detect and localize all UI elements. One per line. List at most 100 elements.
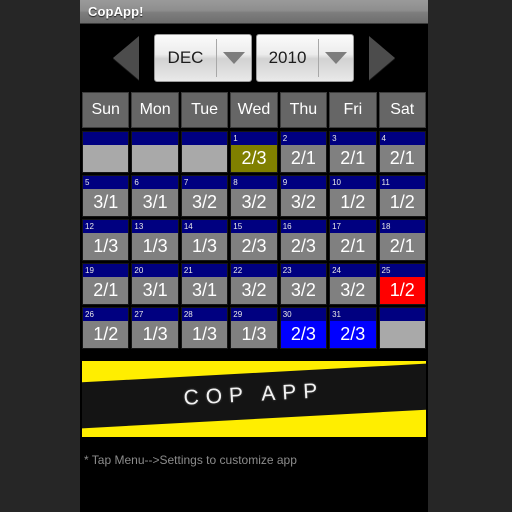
calendar-day-cell[interactable]: 22 3/2 (230, 263, 278, 305)
calendar-day-cell[interactable]: 23 3/2 (279, 263, 328, 305)
day-number: 4 (379, 132, 425, 145)
calendar-day-cell[interactable]: 14 1/3 (180, 219, 229, 261)
calendar-day-cell[interactable]: 13 1/3 (131, 219, 179, 261)
day-number (132, 132, 178, 145)
day-number: 7 (181, 176, 228, 189)
day-shift-value: 2/1 (330, 233, 376, 260)
calendar-day-cell[interactable]: 5 3/1 (82, 175, 130, 217)
cop-app-banner: COP APP (82, 361, 426, 437)
calendar-day-cell[interactable]: 15 2/3 (230, 219, 278, 261)
month-spinner[interactable]: DEC (154, 34, 252, 82)
screen-root: CopApp! DEC 2010 Sun Mon Tue Wed Thu Fri… (0, 0, 512, 512)
day-shift-value: 2/1 (280, 145, 327, 172)
day-number: 28 (181, 308, 228, 321)
day-number (83, 132, 129, 145)
calendar-cell-empty (131, 131, 179, 173)
calendar-day-cell[interactable]: 21 3/1 (180, 263, 229, 305)
day-shift-value: 3/2 (231, 189, 277, 216)
day-number: 3 (330, 132, 376, 145)
day-number: 2 (280, 132, 327, 145)
calendar-day-cell[interactable]: 29 1/3 (230, 307, 278, 349)
day-shift-value: 1/2 (330, 189, 376, 216)
calendar-week-row: 26 1/2 27 1/3 28 1/3 29 1/3 30 2/3 31 2/3 (82, 307, 426, 349)
calendar-day-cell[interactable]: 17 2/1 (329, 219, 377, 261)
day-number: 9 (280, 176, 327, 189)
day-number: 31 (330, 308, 376, 321)
day-shift-value: 2/3 (280, 233, 327, 260)
day-shift-value: 1/3 (132, 321, 178, 348)
calendar-week-row: 12 1/3 13 1/3 14 1/3 15 2/3 16 2/3 17 2/1 18 2/1 (82, 219, 426, 261)
day-shift-value: 1/3 (181, 321, 228, 348)
calendar-day-cell[interactable]: 26 1/2 (82, 307, 130, 349)
day-of-week-header-row: Sun Mon Tue Wed Thu Fri Sat (82, 92, 426, 128)
day-shift-value: 3/2 (181, 189, 228, 216)
day-shift-value (132, 145, 178, 172)
calendar-day-cell[interactable]: 11 1/2 (378, 175, 426, 217)
calendar-week-rows: 1 2/3 2 2/1 3 2/1 4 2/1 5 3/1 6 3/1 7 3/2 8 3/2 9 3/2 10 1/… (82, 131, 426, 349)
calendar-cell-empty (180, 131, 229, 173)
calendar-week-row: 5 3/1 6 3/1 7 3/2 8 3/2 9 3/2 10 1/2 11 1/2 (82, 175, 426, 217)
calendar-day-cell[interactable]: 2 2/1 (279, 131, 328, 173)
day-number: 26 (83, 308, 129, 321)
calendar-day-cell[interactable]: 25 1/2 (378, 263, 426, 305)
day-number: 8 (231, 176, 277, 189)
day-shift-value: 3/2 (330, 277, 376, 304)
banner-text: COP APP (182, 379, 325, 410)
day-number: 22 (231, 264, 277, 277)
day-shift-value: 1/3 (231, 321, 277, 348)
calendar-grid: Sun Mon Tue Wed Thu Fri Sat 1 2/3 2 2/1 3 2/1 4 2/1 5 3… (80, 92, 428, 349)
day-shift-value: 1/2 (83, 321, 129, 348)
day-number: 23 (280, 264, 327, 277)
day-number: 24 (330, 264, 376, 277)
calendar-day-cell[interactable]: 31 2/3 (329, 307, 377, 349)
calendar-day-cell[interactable]: 10 1/2 (329, 175, 377, 217)
day-shift-value (379, 321, 425, 348)
calendar-day-cell[interactable]: 9 3/2 (279, 175, 328, 217)
calendar-day-cell[interactable]: 27 1/3 (131, 307, 179, 349)
day-shift-value: 2/1 (379, 233, 425, 260)
day-shift-value (83, 145, 129, 172)
day-shift-value: 2/1 (83, 277, 129, 304)
chevron-down-icon (217, 35, 251, 81)
calendar-day-cell[interactable]: 4 2/1 (378, 131, 426, 173)
day-shift-value (181, 145, 228, 172)
day-number: 15 (231, 220, 277, 233)
day-number: 10 (330, 176, 376, 189)
day-shift-value: 2/3 (231, 233, 277, 260)
day-number: 19 (83, 264, 129, 277)
day-shift-value: 3/2 (280, 189, 327, 216)
day-shift-value: 3/1 (132, 189, 178, 216)
day-number: 27 (132, 308, 178, 321)
calendar-day-cell[interactable]: 20 3/1 (131, 263, 179, 305)
calendar-day-cell[interactable]: 7 3/2 (180, 175, 229, 217)
day-shift-value: 3/2 (231, 277, 277, 304)
calendar-day-cell[interactable]: 19 2/1 (82, 263, 130, 305)
previous-month-button[interactable] (102, 33, 150, 83)
day-number (379, 308, 425, 321)
day-shift-value: 2/3 (280, 321, 327, 348)
day-shift-value: 2/3 (231, 145, 277, 172)
calendar-day-cell[interactable]: 1 2/3 (230, 131, 278, 173)
year-spinner[interactable]: 2010 (256, 34, 354, 82)
calendar-day-cell[interactable]: 12 1/3 (82, 219, 130, 261)
calendar-day-cell[interactable]: 28 1/3 (180, 307, 229, 349)
day-number: 5 (83, 176, 129, 189)
calendar-day-cell[interactable]: 24 3/2 (329, 263, 377, 305)
day-of-week-header: Thu (279, 92, 328, 128)
calendar-day-cell[interactable]: 16 2/3 (279, 219, 328, 261)
calendar-week-row: 19 2/1 20 3/1 21 3/1 22 3/2 23 3/2 24 3/2 25 1/2 (82, 263, 426, 305)
calendar-day-cell[interactable]: 8 3/2 (230, 175, 278, 217)
calendar-cell-empty (82, 131, 130, 173)
day-shift-value: 2/1 (379, 145, 425, 172)
next-month-button[interactable] (358, 33, 406, 83)
day-number: 18 (379, 220, 425, 233)
calendar-day-cell[interactable]: 3 2/1 (329, 131, 377, 173)
day-shift-value: 1/2 (379, 277, 425, 304)
chevron-down-icon (319, 35, 353, 81)
day-number: 16 (280, 220, 327, 233)
calendar-day-cell[interactable]: 30 2/3 (279, 307, 328, 349)
calendar-day-cell[interactable]: 6 3/1 (131, 175, 179, 217)
calendar-day-cell[interactable]: 18 2/1 (378, 219, 426, 261)
month-navigation-bar: DEC 2010 (80, 24, 428, 92)
day-shift-value: 1/3 (132, 233, 178, 260)
